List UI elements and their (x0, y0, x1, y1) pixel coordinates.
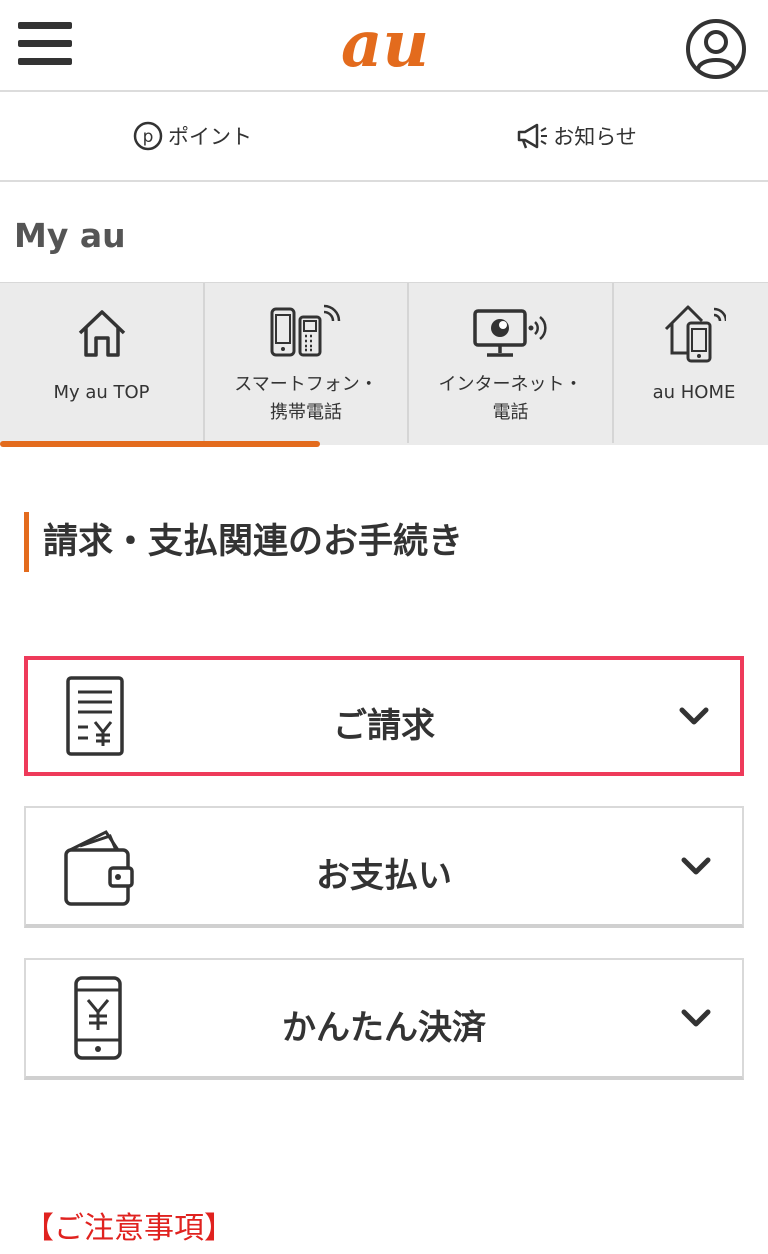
myau-section-title: My au (14, 216, 126, 255)
accordion-label: お支払い (316, 856, 452, 896)
smart-home-icon (664, 305, 726, 363)
accordion-label: ご請求 (333, 706, 435, 746)
home-icon (78, 310, 125, 357)
chevron-down-icon (681, 857, 711, 875)
smartphone-icon (270, 304, 341, 357)
au-logo[interactable]: au (322, 6, 448, 82)
internet-icon (472, 309, 547, 357)
au-logo-mark: au (341, 7, 429, 82)
tab-label: スマートフォン・ 携帯電話 (234, 374, 378, 423)
news-label: お知らせ (553, 125, 637, 149)
tab-internet[interactable]: インターネット・ 電話 (409, 283, 614, 443)
app-header: au (0, 0, 768, 92)
menu-bar (18, 22, 72, 29)
accordion-payment[interactable]: お支払い (24, 806, 744, 928)
points-label: ポイント (168, 125, 252, 149)
active-tab-indicator (0, 441, 320, 447)
accordion-billing[interactable]: ご請求 (24, 656, 744, 776)
tab-label: My au TOP (53, 382, 150, 403)
tab-smartphone[interactable]: スマートフォン・ 携帯電話 (205, 283, 409, 443)
accordion-easy-payment[interactable]: かんたん決済 (24, 958, 744, 1080)
chevron-down-icon (681, 1009, 711, 1027)
section-heading: 請求・支払関連のお手続き (24, 512, 463, 572)
utility-nav: p ポイント お知らせ (0, 92, 768, 182)
menu-bar (18, 58, 72, 65)
logo-text: au (341, 7, 429, 78)
news-link[interactable]: お知らせ (384, 92, 768, 180)
megaphone-icon (517, 123, 548, 149)
points-icon: p (133, 121, 163, 151)
user-icon[interactable] (685, 18, 747, 80)
service-tabs: My au TOP スマートフォン・ 携帯電話 インターネット・ 電話 au H… (0, 282, 768, 445)
points-link[interactable]: p ポイント (0, 92, 384, 180)
tab-my-au-top[interactable]: My au TOP (0, 283, 205, 443)
menu-bar (18, 40, 72, 47)
accordion-label: かんたん決済 (282, 1008, 486, 1048)
tab-label: au HOME (652, 382, 736, 403)
tab-au-home[interactable]: au HOME (614, 283, 768, 443)
chevron-down-icon (679, 707, 709, 725)
notice-heading: 【ご注意事項】 (24, 1211, 234, 1246)
svg-text:p: p (143, 127, 154, 147)
tab-label: インターネット・ 電話 (438, 374, 583, 423)
hamburger-menu-button[interactable] (18, 22, 72, 72)
